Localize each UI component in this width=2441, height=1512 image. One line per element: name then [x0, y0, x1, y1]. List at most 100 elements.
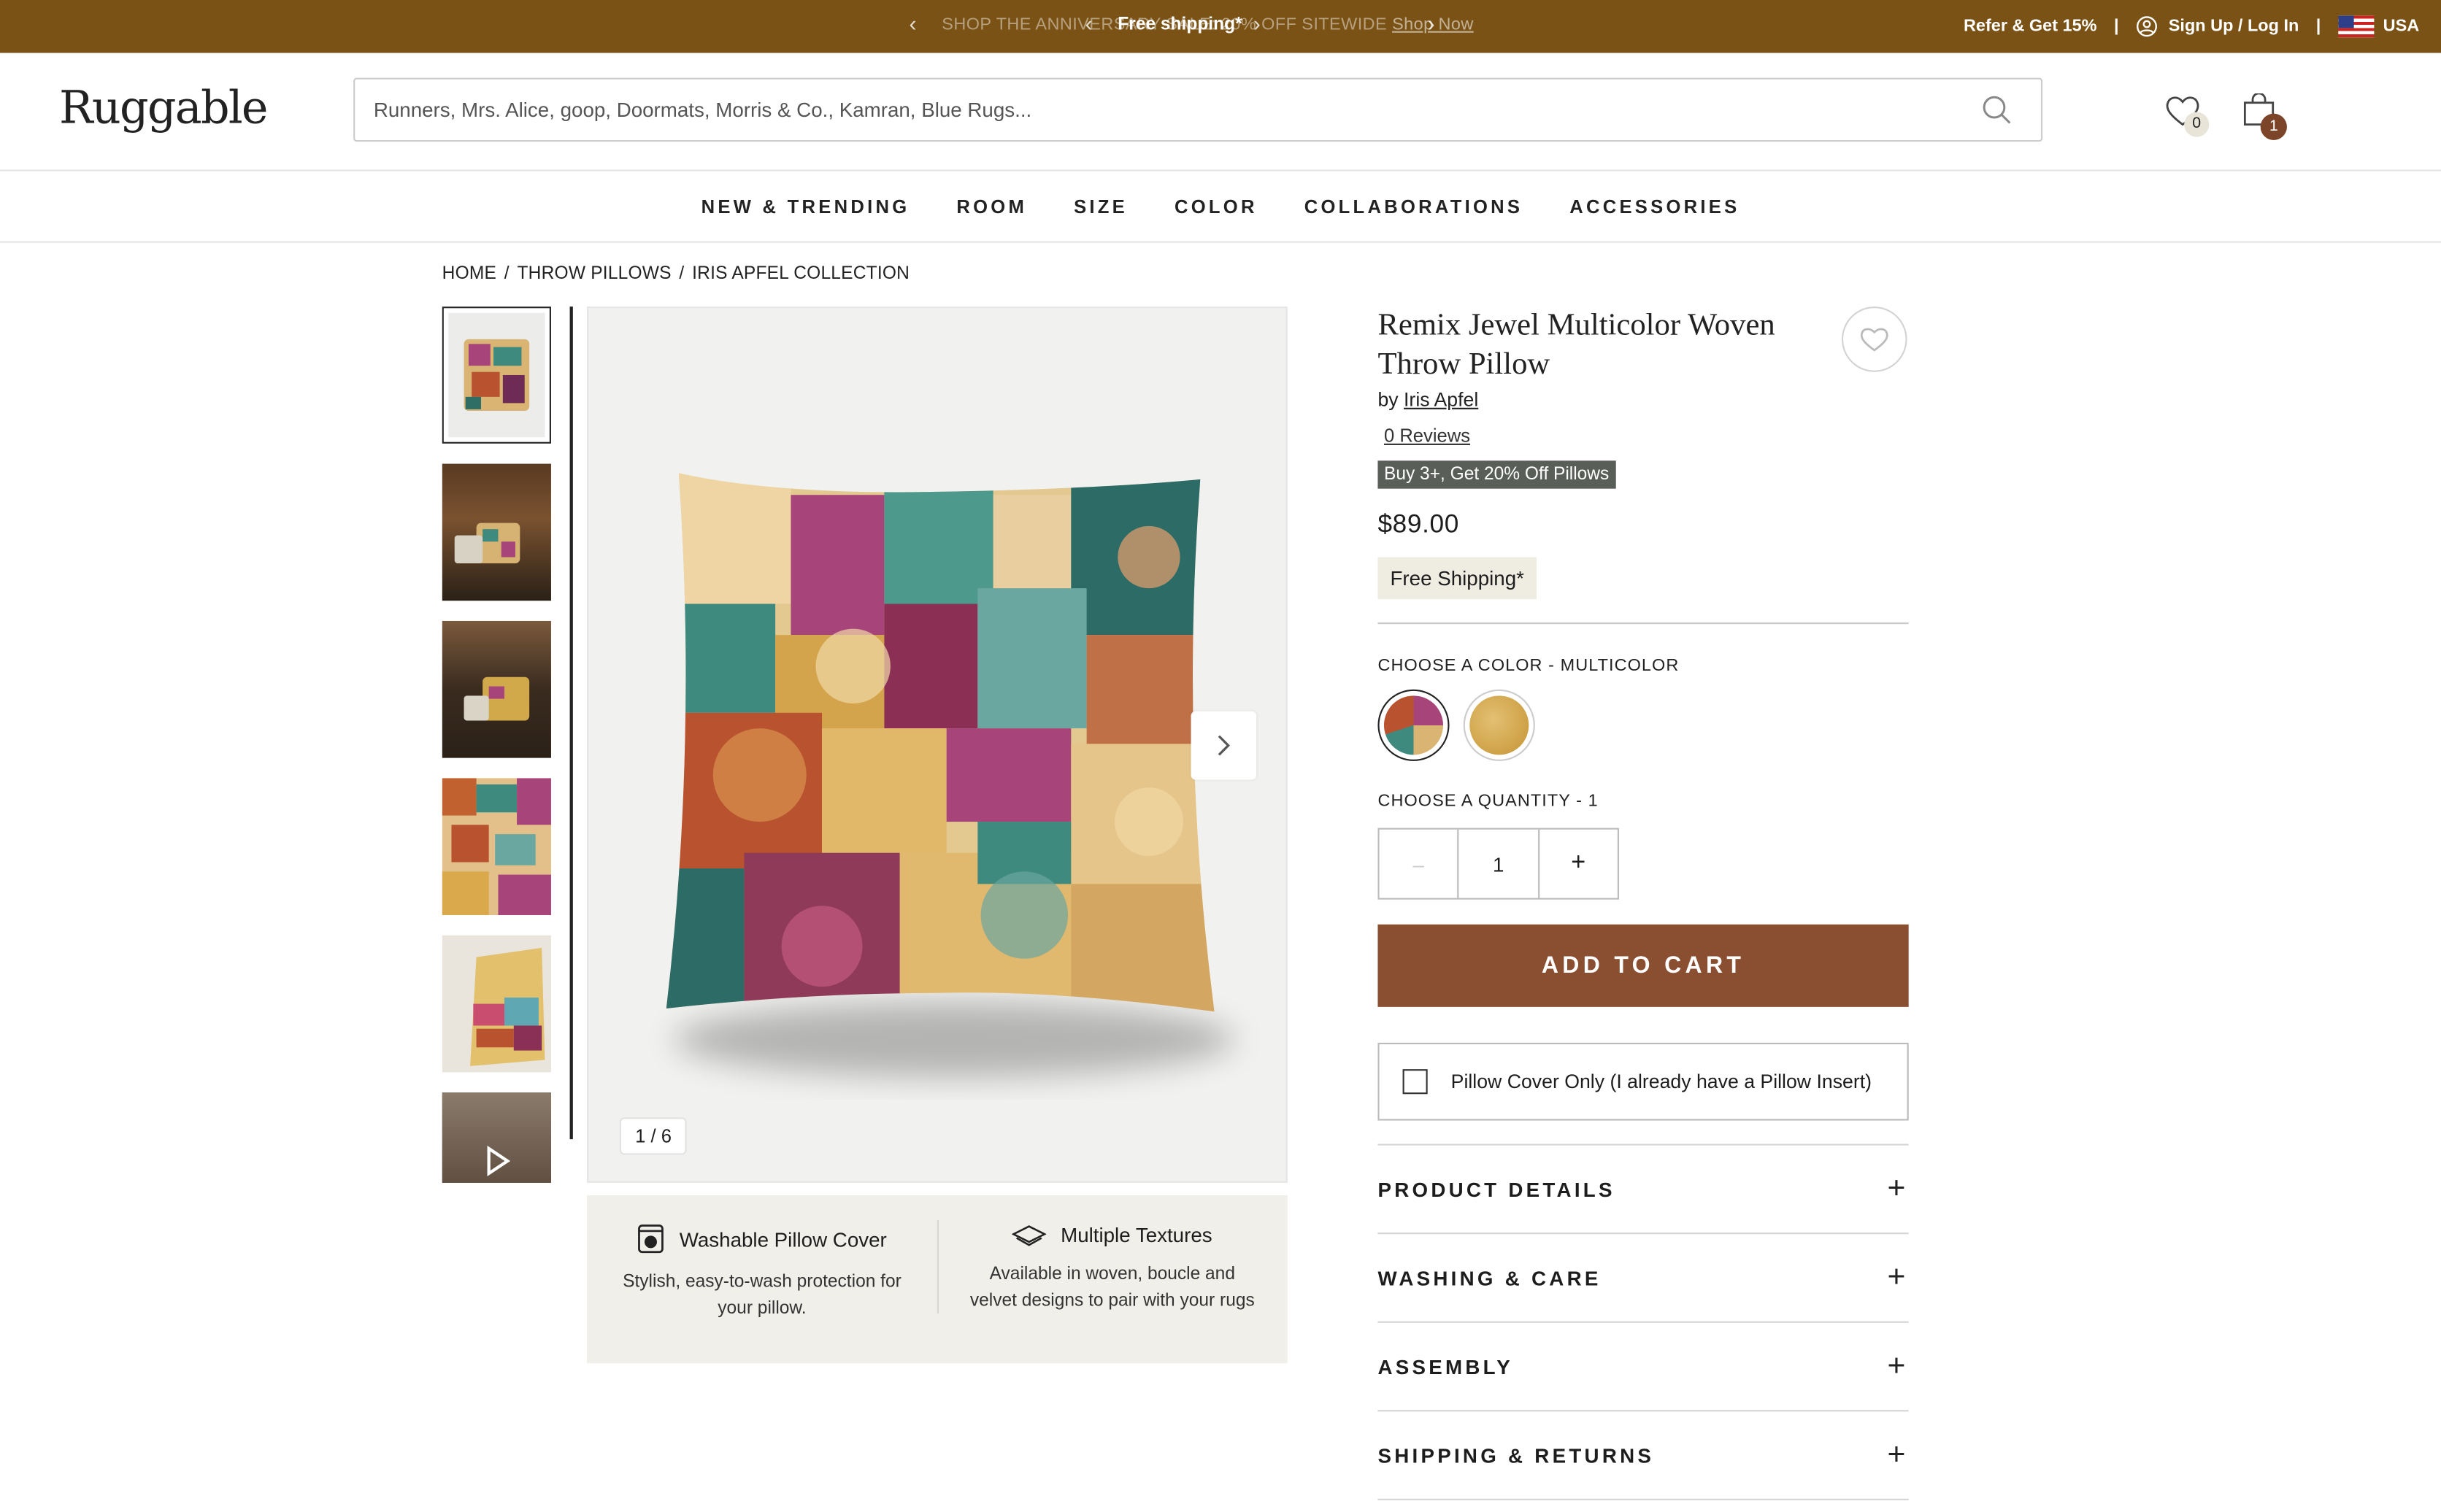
- heart-icon: [1860, 328, 1888, 352]
- thumbnail-2[interactable]: [442, 463, 551, 601]
- wishlist-count-badge: 0: [2184, 112, 2210, 137]
- thumbnail-1[interactable]: [442, 306, 551, 444]
- product-info-panel: Remix Jewel Multicolor Woven Throw Pillo…: [1377, 306, 1909, 1500]
- accordion-shipping-returns[interactable]: SHIPPING & RETURNS +: [1377, 1411, 1909, 1500]
- accordion-label: PRODUCT DETAILS: [1377, 1177, 1615, 1201]
- logo[interactable]: Ruggable: [59, 81, 268, 134]
- favorite-button[interactable]: [1841, 306, 1907, 372]
- brand-line: by Iris Apfel: [1377, 389, 1908, 411]
- plus-icon: +: [1887, 1437, 1906, 1472]
- accordion-washing-care[interactable]: WASHING & CARE +: [1377, 1234, 1909, 1323]
- country-selector[interactable]: USA: [2337, 15, 2420, 38]
- announcement-bar: ‹ SHOP THE ANNIVERSARY SALE: 20% OFF SIT…: [0, 0, 2441, 53]
- announcement-next-icon[interactable]: ›: [1253, 11, 1261, 36]
- thumbnail-scrollbar[interactable]: [569, 306, 573, 1140]
- breadcrumb-separator: /: [504, 264, 510, 284]
- announcement-prev-ghost-icon: ‹: [909, 10, 917, 36]
- by-label: by: [1377, 389, 1399, 412]
- accordion-label: WASHING & CARE: [1377, 1265, 1602, 1289]
- reviews-link[interactable]: 0 Reviews: [1384, 425, 1909, 447]
- page: ‹ SHOP THE ANNIVERSARY SALE: 20% OFF SIT…: [0, 0, 2441, 1511]
- cart-count-badge: 1: [2260, 113, 2287, 140]
- feature-textures: Multiple Textures Available in woven, bo…: [937, 1195, 1288, 1363]
- feature-highlights: Washable Pillow Cover Stylish, easy-to-w…: [587, 1195, 1288, 1364]
- nav-color[interactable]: COLOR: [1175, 196, 1258, 217]
- nav-accessories[interactable]: ACCESSORIES: [1569, 196, 1740, 217]
- pillow-cover-only-option[interactable]: Pillow Cover Only (I already have a Pill…: [1377, 1042, 1909, 1121]
- nav-room[interactable]: ROOM: [956, 196, 1027, 217]
- swatch-multicolor-fill: [1383, 695, 1444, 755]
- thumbnail-image: [442, 1092, 551, 1183]
- feature-title: Washable Pillow Cover: [679, 1227, 887, 1251]
- divider: |: [2315, 17, 2321, 36]
- pillow-cover-label: Pillow Cover Only (I already have a Pill…: [1450, 1071, 1872, 1093]
- search-icon[interactable]: [1982, 95, 2013, 126]
- feature-title: Multiple Textures: [1061, 1223, 1212, 1247]
- pillow-image: [666, 473, 1235, 1077]
- swatch-multicolor[interactable]: [1377, 689, 1450, 761]
- search-bar: [353, 77, 2043, 142]
- product-title: Remix Jewel Multicolor Woven Throw Pillo…: [1377, 308, 1775, 382]
- user-icon: [2136, 16, 2157, 37]
- plus-icon: +: [1887, 1348, 1906, 1383]
- free-shipping-badge: Free Shipping*: [1377, 557, 1537, 600]
- washing-machine-icon: [638, 1224, 664, 1254]
- thumbnail-4[interactable]: [442, 778, 551, 916]
- brand-link[interactable]: Iris Apfel: [1404, 389, 1478, 411]
- feature-description: Stylish, easy-to-wash protection for you…: [623, 1273, 902, 1318]
- main-product-image[interactable]: 1 / 6: [587, 306, 1288, 1183]
- country-label: USA: [2383, 17, 2420, 36]
- product-accordion: PRODUCT DETAILS + WASHING & CARE + ASSEMBL…: [1377, 1143, 1909, 1500]
- accordion-product-details[interactable]: PRODUCT DETAILS +: [1377, 1146, 1909, 1235]
- next-image-button[interactable]: [1191, 711, 1257, 780]
- layers-icon: [1012, 1224, 1047, 1246]
- divider: |: [2113, 17, 2119, 36]
- nav-size[interactable]: SIZE: [1074, 196, 1128, 217]
- add-to-cart-button[interactable]: ADD TO CART: [1377, 924, 1909, 1007]
- search-input[interactable]: [355, 79, 1950, 140]
- breadcrumb-throw-pillows[interactable]: THROW PILLOWS: [517, 265, 671, 284]
- main-nav: NEW & TRENDING ROOM SIZE COLOR COLLABORA…: [0, 171, 2441, 243]
- quantity-label: CHOOSE A QUANTITY - 1: [1377, 792, 1599, 811]
- quantity-decrease-button[interactable]: –: [1380, 830, 1458, 898]
- accordion-label: ASSEMBLY: [1377, 1354, 1514, 1378]
- divider: [1377, 622, 1909, 625]
- breadcrumb-separator: /: [679, 264, 685, 284]
- utility-links: Refer & Get 15% | Sign Up / Log In | USA: [1964, 0, 2419, 53]
- announcement-next-ghost-icon: ›: [1427, 10, 1435, 36]
- feature-washable: Washable Pillow Cover Stylish, easy-to-w…: [587, 1195, 937, 1363]
- wishlist-button[interactable]: 0: [2164, 93, 2210, 137]
- color-swatches: [1377, 689, 1908, 761]
- cart-button[interactable]: 1: [2242, 92, 2287, 140]
- nav-collaborations[interactable]: COLLABORATIONS: [1304, 196, 1523, 217]
- accordion-assembly[interactable]: ASSEMBLY +: [1377, 1323, 1909, 1412]
- announcement-text: Free shipping*: [1118, 15, 1242, 34]
- feature-description: Available in woven, boucle and velvet de…: [969, 1265, 1255, 1310]
- quantity-value[interactable]: 1: [1457, 829, 1537, 898]
- thumbnail-image: [442, 935, 551, 1073]
- thumbnail-strip: [442, 306, 551, 1183]
- breadcrumb-home[interactable]: HOME: [442, 265, 496, 284]
- feature-title-row: Washable Pillow Cover: [587, 1223, 937, 1254]
- thumbnail-3[interactable]: [442, 620, 551, 758]
- quantity-stepper: – 1 +: [1377, 828, 1620, 900]
- swatch-gold[interactable]: [1463, 689, 1535, 761]
- pillow-cover-checkbox[interactable]: [1402, 1069, 1428, 1095]
- us-flag-icon: [2337, 15, 2374, 38]
- thumbnail-image: [442, 620, 551, 758]
- refer-link[interactable]: Refer & Get 15%: [1964, 17, 2097, 36]
- feature-title-row: Multiple Textures: [937, 1223, 1288, 1246]
- announcement-prev-icon[interactable]: ‹: [1085, 11, 1092, 36]
- account-link[interactable]: Sign Up / Log In: [2136, 15, 2299, 37]
- nav-new-trending[interactable]: NEW & TRENDING: [701, 196, 910, 217]
- quantity-increase-button[interactable]: +: [1537, 829, 1617, 898]
- thumbnail-5[interactable]: [442, 935, 551, 1073]
- image-counter: 1 / 6: [619, 1117, 688, 1155]
- thumbnail-image: [442, 778, 551, 916]
- site-header: Ruggable 0 1: [0, 53, 2441, 171]
- thumbnail-image: [442, 463, 551, 601]
- product-price: $89.00: [1377, 510, 1459, 539]
- thumbnail-6-video[interactable]: [442, 1092, 551, 1183]
- breadcrumb-iris-apfel[interactable]: IRIS APFEL COLLECTION: [692, 265, 910, 284]
- play-icon: [487, 1145, 511, 1177]
